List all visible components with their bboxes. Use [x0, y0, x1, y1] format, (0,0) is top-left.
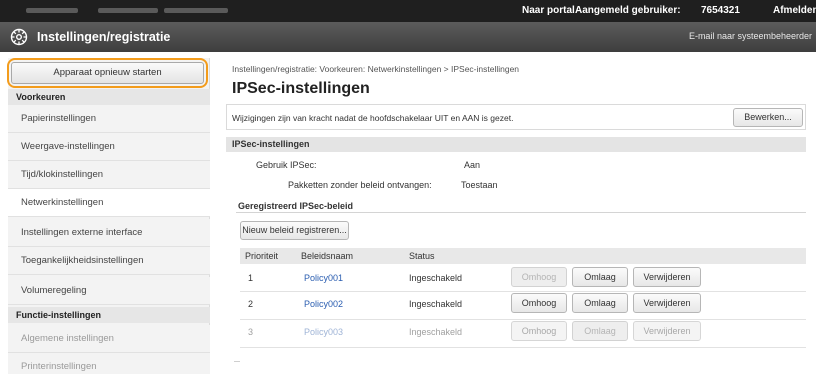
column-header-policy-name: Beleidsnaam: [301, 251, 354, 261]
top-bar: Naar portal Aangemeld gebruiker: 7654321…: [0, 0, 816, 22]
sidebar-item-network[interactable]: Netwerkinstellingen: [8, 189, 210, 217]
logged-in-user: 7654321: [701, 5, 740, 16]
mail-admin-link[interactable]: E-mail naar systeembeheerder: [689, 31, 812, 41]
move-down-button[interactable]: Omlaag: [572, 321, 628, 341]
packets-label: Pakketten zonder beleid ontvangen:: [288, 180, 432, 190]
portal-link[interactable]: Naar portal: [522, 5, 575, 16]
settings-gear-icon: [10, 28, 28, 46]
policy-link[interactable]: Policy002: [304, 299, 343, 309]
blurred-text: [164, 8, 228, 13]
column-header-status: Status: [409, 251, 435, 261]
register-policy-button[interactable]: Nieuw beleid registreren...: [240, 221, 349, 240]
delete-button[interactable]: Verwijderen: [633, 293, 701, 313]
move-down-button[interactable]: Omlaag: [572, 293, 628, 313]
row-status: Ingeschakeld: [409, 273, 463, 283]
use-ipsec-label: Gebruik IPSec:: [256, 160, 317, 170]
logout-link[interactable]: Afmelden: [773, 5, 816, 16]
row-status: Ingeschakeld: [409, 327, 463, 337]
blurred-text: [98, 8, 158, 13]
divider: [236, 212, 806, 213]
app-title: Instellingen/registratie: [37, 30, 171, 44]
sidebar-item-external-interface[interactable]: Instellingen externe interface: [8, 219, 210, 247]
blurred-text: [26, 8, 78, 13]
edit-button[interactable]: Bewerken...: [733, 108, 803, 127]
sidebar-section-preferences: Voorkeuren: [8, 89, 210, 105]
logged-in-label: Aangemeld gebruiker:: [575, 5, 681, 16]
move-up-button[interactable]: Omhoog: [511, 267, 567, 287]
sidebar-item-accessibility[interactable]: Toegankelijkheidsinstellingen: [8, 247, 210, 275]
sidebar-item-printer[interactable]: Printerinstellingen: [8, 353, 210, 374]
delete-button[interactable]: Verwijderen: [633, 267, 701, 287]
notice-text: Wijzigingen zijn van kracht nadat de hoo…: [232, 113, 514, 123]
sidebar-item-time[interactable]: Tijd/klokinstellingen: [8, 161, 210, 189]
row-status: Ingeschakeld: [409, 299, 463, 309]
row-priority: 1: [248, 273, 254, 283]
move-up-button[interactable]: Omhoog: [511, 321, 567, 341]
sidebar-item-volume[interactable]: Volumeregeling: [8, 277, 210, 305]
breadcrumb: Instellingen/registratie: Voorkeuren: Ne…: [232, 64, 520, 74]
registered-policy-heading: Geregistreerd IPSec-beleid: [238, 201, 354, 211]
highlight-outline: [7, 58, 208, 88]
title-bar: Instellingen/registratie E-mail naar sys…: [0, 22, 816, 52]
row-priority: 2: [248, 299, 254, 309]
scroll-indicator: [234, 361, 240, 367]
packets-value: Toestaan: [461, 180, 498, 190]
row-priority: 3: [248, 327, 254, 337]
sidebar-item-paper[interactable]: Papierinstellingen: [8, 105, 210, 133]
policy-link[interactable]: Policy003: [304, 327, 343, 337]
sidebar-section-functions: Functie-instellingen: [8, 307, 210, 323]
move-down-button[interactable]: Omlaag: [572, 267, 628, 287]
delete-button[interactable]: Verwijderen: [633, 321, 701, 341]
section-header-ipsec: IPSec-instellingen: [226, 137, 806, 152]
page-title: IPSec-instellingen: [232, 80, 370, 97]
policy-link[interactable]: Policy001: [304, 273, 343, 283]
sidebar-item-display[interactable]: Weergave-instellingen: [8, 133, 210, 161]
column-header-priority: Prioriteit: [245, 251, 279, 261]
sidebar-item-general[interactable]: Algemene instellingen: [8, 325, 210, 353]
use-ipsec-value: Aan: [464, 160, 481, 170]
move-up-button[interactable]: Omhoog: [511, 293, 567, 313]
